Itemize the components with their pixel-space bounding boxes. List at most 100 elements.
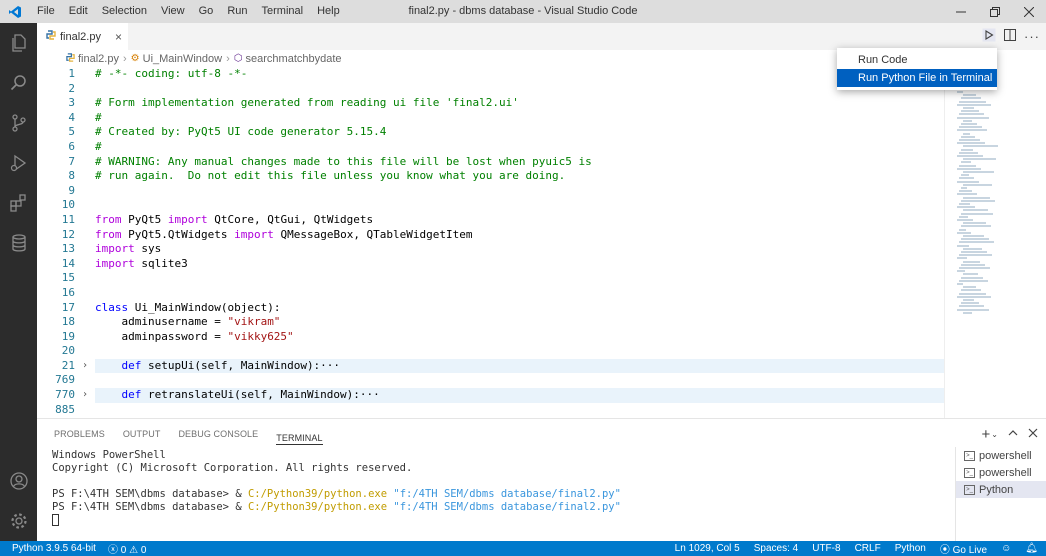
- minimap-line: [961, 199, 995, 202]
- python-file-icon: [66, 52, 75, 65]
- terminal-line: Copyright (C) Microsoft Corporation. All…: [52, 462, 413, 474]
- broadcast-icon: ⦿: [939, 545, 953, 556]
- search-icon[interactable]: [0, 63, 37, 103]
- minimap-line: [957, 91, 963, 93]
- menu-terminal[interactable]: Terminal: [255, 0, 311, 23]
- go-live-button[interactable]: ⦿ Go Live: [940, 541, 987, 556]
- editor-tab-bar: final2.py × ···: [37, 23, 1046, 50]
- tab-close-icon[interactable]: ×: [115, 30, 122, 44]
- menu-go[interactable]: Go: [192, 0, 221, 23]
- bell-icon[interactable]: 🔔︎: [1025, 543, 1038, 554]
- split-editor-icon[interactable]: [1004, 29, 1016, 44]
- problems-count[interactable]: ⓧ 0 ⚠ 0: [108, 541, 146, 556]
- close-panel-icon[interactable]: [1028, 427, 1038, 441]
- tab-debug-console[interactable]: DEBUG CONSOLE: [178, 419, 258, 449]
- minimap-line: [961, 187, 967, 189]
- fold-chevron-icon[interactable]: ›: [82, 359, 88, 374]
- code-editor[interactable]: 1 # -*- coding: utf-8 -*- 2 3 # Form imple…: [37, 67, 944, 418]
- terminal-line: Windows PowerShell: [52, 449, 166, 461]
- minimap-line: [959, 177, 974, 180]
- menu-item-run-python-file-in-terminal[interactable]: Run Python File in Terminal: [837, 69, 997, 87]
- minimap-line: [961, 289, 981, 292]
- minimap-line: [963, 235, 984, 237]
- settings-gear-icon[interactable]: [0, 501, 37, 541]
- minimap-line: [957, 270, 965, 273]
- terminal-line: PS F:\4TH SEM\dbms database> & C:/Python…: [52, 501, 621, 513]
- minimap-line: [963, 171, 994, 173]
- code-line: 14 import sqlite3: [61, 256, 188, 270]
- extensions-icon[interactable]: [0, 183, 37, 223]
- more-actions-icon[interactable]: ···: [1024, 29, 1040, 44]
- run-debug-icon[interactable]: [0, 143, 37, 183]
- breadcrumb-method[interactable]: searchmatchbydate: [246, 53, 342, 65]
- code-line: 9: [68, 183, 75, 197]
- minimap-line: [957, 116, 989, 119]
- minimap[interactable]: [944, 67, 1046, 418]
- minimap-line: [963, 247, 982, 250]
- new-terminal-icon[interactable]: +: [982, 426, 991, 443]
- breadcrumb-file[interactable]: final2.py: [78, 53, 119, 65]
- minimap-line: [957, 308, 989, 311]
- code-line: 5 # Created by: PyQt5 UI code generator 5…: [68, 125, 387, 139]
- class-symbol-icon: ⚙: [130, 53, 140, 64]
- menu-view[interactable]: View: [154, 0, 192, 23]
- menu-item-run-code[interactable]: Run Code: [837, 51, 997, 69]
- explorer-icon[interactable]: [0, 23, 37, 63]
- terminal-list-item[interactable]: >_ powershell: [956, 464, 1046, 481]
- vscode-logo-icon: [0, 0, 30, 23]
- minimap-line: [957, 155, 983, 157]
- code-line: 4 #: [68, 110, 102, 124]
- chevron-down-icon[interactable]: ⌄: [991, 430, 998, 439]
- menu-help[interactable]: Help: [310, 0, 347, 23]
- tab-problems[interactable]: PROBLEMS: [54, 419, 105, 449]
- code-line: 19 adminpassword = "vikky625": [61, 329, 294, 343]
- code-line: 7 # WARNING: Any manual changes made to t…: [68, 154, 592, 168]
- language-mode[interactable]: Python: [895, 543, 926, 554]
- breadcrumb-class[interactable]: Ui_MainWindow: [143, 53, 222, 65]
- minimap-line: [959, 305, 984, 308]
- menu-edit[interactable]: Edit: [62, 0, 95, 23]
- tab-terminal[interactable]: TERMINAL: [276, 423, 323, 445]
- minimap-line: [961, 161, 971, 164]
- indentation[interactable]: Spaces: 4: [754, 543, 798, 554]
- close-window-button[interactable]: [1012, 0, 1046, 23]
- minimap-line: [957, 219, 973, 221]
- tab-output[interactable]: OUTPUT: [123, 419, 161, 449]
- code-line: 15: [61, 271, 75, 285]
- minimap-line: [959, 267, 990, 269]
- source-control-icon[interactable]: [0, 103, 37, 143]
- minimap-line: [957, 142, 985, 145]
- terminal-output[interactable]: Windows PowerShell Copyright (C) Microsof…: [52, 449, 952, 542]
- minimap-line: [957, 231, 971, 234]
- feedback-icon[interactable]: ☺: [1001, 543, 1011, 554]
- encoding[interactable]: UTF-8: [812, 543, 840, 554]
- minimap-line: [963, 94, 976, 97]
- menu-selection[interactable]: Selection: [95, 0, 154, 23]
- minimap-line: [961, 302, 979, 305]
- minimize-button[interactable]: [944, 0, 978, 23]
- fold-chevron-icon[interactable]: ›: [82, 388, 88, 403]
- minimap-line: [959, 190, 972, 193]
- cursor-position[interactable]: Ln 1029, Col 5: [675, 543, 740, 554]
- run-play-icon[interactable]: [982, 28, 996, 45]
- terminal-list-item[interactable]: >_ Python: [956, 481, 1046, 498]
- minimap-line: [957, 167, 981, 170]
- restore-button[interactable]: [978, 0, 1012, 23]
- menu-run[interactable]: Run: [220, 0, 254, 23]
- terminal-icon: >_: [964, 484, 975, 495]
- account-icon[interactable]: [0, 461, 37, 501]
- status-bar: Python 3.9.5 64-bit ⓧ 0 ⚠ 0 Ln 1029, Col…: [0, 541, 1046, 556]
- minimap-line: [961, 97, 981, 100]
- terminal-list-item[interactable]: >_ powershell: [956, 447, 1046, 464]
- code-line: 20: [61, 344, 75, 358]
- minimap-line: [963, 311, 972, 314]
- minimap-line: [959, 139, 980, 141]
- menu-file[interactable]: File: [30, 0, 62, 23]
- chevron-up-icon[interactable]: [1008, 427, 1018, 441]
- database-icon[interactable]: [0, 223, 37, 263]
- tab-final2-py[interactable]: final2.py ×: [37, 23, 129, 50]
- minimap-line: [959, 228, 966, 231]
- line-ending[interactable]: CRLF: [855, 543, 881, 554]
- python-interpreter[interactable]: Python 3.9.5 64-bit: [12, 543, 96, 554]
- code-line: 8 # run again. Do not edit this file unle…: [68, 169, 566, 183]
